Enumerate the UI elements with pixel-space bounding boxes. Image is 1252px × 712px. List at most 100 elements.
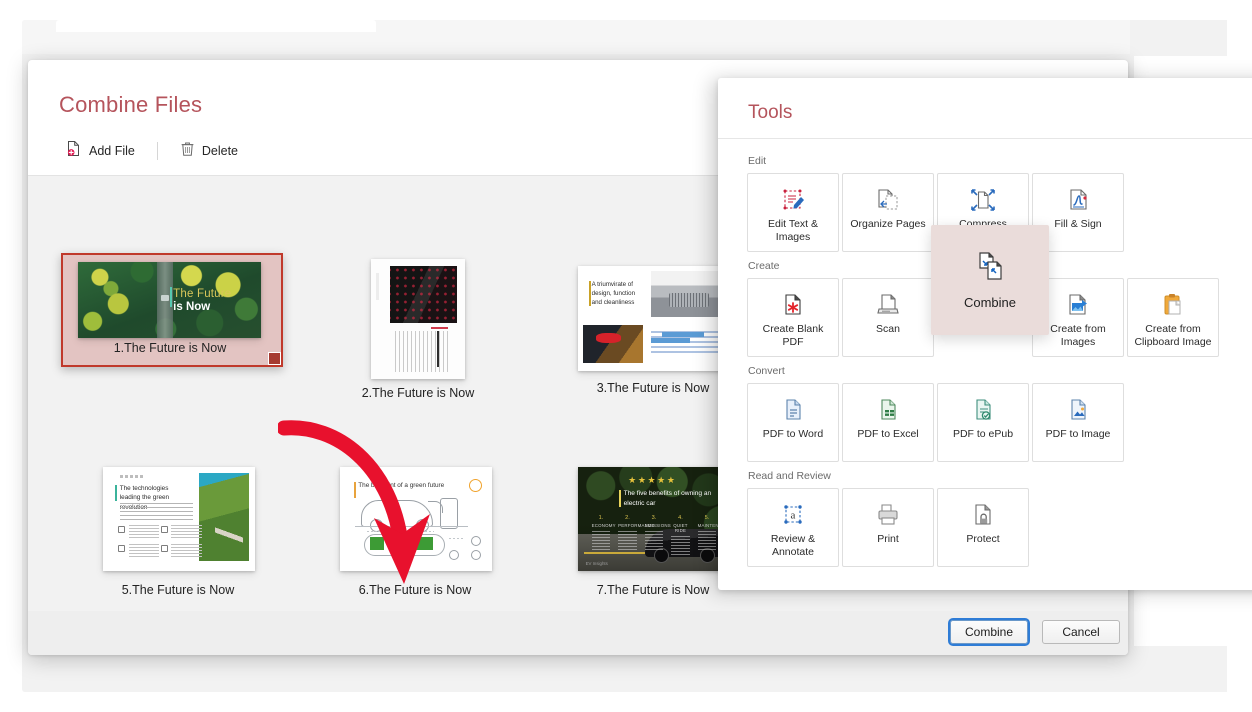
file-card-1[interactable]: The Future is Now 1.The Future is Now [61,253,283,367]
delete-label: Delete [201,144,238,158]
tool-review-annotate[interactable]: a Review & Annotate [747,488,839,567]
thumb-highlight-2 [650,338,691,344]
document-add-icon [66,140,82,162]
benefit-column: 1. ECONOMY [591,515,616,551]
thumb-dimension-line [400,531,435,533]
combine-button[interactable]: Combine [948,618,1030,646]
add-file-label: Add File [89,144,135,158]
resize-handle[interactable] [268,352,281,365]
thumb-dimension-line [449,537,465,539]
thumb-taillight [596,333,621,343]
tool-pdf-to-image[interactable]: PDF to Image [1032,383,1124,462]
thumb-feature-text [171,525,202,540]
thumb-accent-bar [115,484,118,502]
background-window-tab [56,20,376,32]
file-thumbnail-7: ★★★★★ The five benefits of owning an ele… [578,467,730,571]
tool-label: Organize Pages [850,218,926,230]
thumb-feature-text [128,525,160,540]
thumb-benefit-columns: 1. ECONOMY 2. PERFORMANCE 3. EMISSIONS 4… [591,515,730,556]
delete-button[interactable]: Delete [172,139,246,164]
tool-label: Review & Annotate [770,533,816,559]
tool-label: Edit Text & Images [768,218,818,244]
thumb-spec-icon [449,550,460,561]
pdf-to-epub-icon [970,395,996,425]
file-card-3[interactable]: A triumvirate of design, function and cl… [573,259,733,395]
thumb-dimension-line [367,531,392,533]
file-thumbnail-5: The technologies leading the green revol… [103,467,255,571]
file-card-label: 6.The Future is Now [358,583,472,597]
file-card-2[interactable]: 2.The Future is Now [343,259,493,400]
thumb-headline-rule [436,331,439,367]
tool-create-blank-pdf[interactable]: Create Blank PDF [747,278,839,357]
file-card-7[interactable]: ★★★★★ The five benefits of owning an ele… [573,461,733,597]
file-card-label: 1.The Future is Now [113,341,227,355]
file-card-5[interactable]: The technologies leading the green revol… [98,461,258,597]
tool-protect[interactable]: Protect [937,488,1029,567]
thumb-accent-bar [588,280,591,306]
tool-pdf-to-epub[interactable]: PDF to ePub [937,383,1029,462]
tool-print[interactable]: Print [842,488,934,567]
file-thumbnail-3: A triumvirate of design, function and cl… [578,266,730,371]
file-card-label: 2.The Future is Now [361,386,475,400]
thumb-headline: A triumvirate of design, function and cl… [591,280,636,306]
file-card-6[interactable]: The blueprint of a green future 6.The Fu… [335,461,495,597]
thumb-battery-cell [390,536,433,551]
section-label-create: Create [748,260,780,272]
tool-label: PDF to Image [1045,428,1111,440]
thumb-sun-icon [469,479,483,493]
file-thumbnail-2 [371,259,465,379]
tool-label: Scan [876,323,900,335]
printer-icon [875,500,901,530]
combine-icon [973,250,1007,289]
tool-pdf-to-word[interactable]: PDF to Word [747,383,839,462]
thumb-feature-icon [118,545,126,552]
organize-pages-icon [875,185,901,215]
create-from-images-icon [1065,290,1091,320]
thumb-photo-overlay [389,266,458,323]
tool-label: PDF to Word [762,428,824,440]
pdf-to-image-icon [1065,395,1091,425]
thumb-ribbon [375,273,379,300]
tool-label: Combine [963,295,1017,310]
thumb-headline: The blueprint of a green future [358,481,445,489]
thumb-logo [119,475,145,479]
thumb-accent-bar [619,489,622,507]
cancel-button[interactable]: Cancel [1042,620,1120,644]
tool-label: PDF to ePub [952,428,1014,440]
file-card-label: 3.The Future is Now [596,381,710,395]
section-label-read-and-review: Read and Review [748,470,831,482]
thumb-charger [440,498,458,530]
thumb-body-text [119,503,193,523]
thumb-car [161,295,169,301]
tool-scan[interactable]: Scan [842,278,934,357]
benefit-column: 3. EMISSIONS [644,515,671,551]
page-title: Combine Files [59,92,203,117]
tool-edit-text-images[interactable]: Edit Text & Images [747,173,839,252]
benefit-column: 4. QUIET RIDE [671,515,690,556]
thumb-road [215,514,243,557]
thumb-spec-icon [470,550,481,561]
create-blank-pdf-icon [780,290,806,320]
thumb-star-rating: ★★★★★ [628,475,677,486]
review-annotate-icon: a [780,500,806,530]
scanner-icon [875,290,901,320]
thumb-rule [431,327,449,330]
edit-text-images-icon [780,185,806,215]
section-label-edit: Edit [748,155,767,167]
thumb-battery-cell [370,536,385,551]
tool-combine[interactable]: Combine [931,225,1049,335]
compress-icon [970,185,996,215]
svg-text:a: a [791,510,796,522]
section-label-convert: Convert [748,365,785,377]
thumb-grille [669,293,709,307]
tools-panel: Tools Edit Edit Text & Images Organize P… [718,78,1252,590]
thumb-accent-bar [169,287,172,307]
add-file-button[interactable]: Add File [58,138,143,164]
tool-pdf-to-excel[interactable]: PDF to Excel [842,383,934,462]
thumb-watermark: EV Insights [585,560,608,566]
tool-create-from-clipboard-image[interactable]: Create from Clipboard Image [1127,278,1219,357]
thumb-body-text [394,331,450,372]
thumb-feature-text [128,543,160,559]
tool-label: Create from Clipboard Image [1134,323,1212,349]
tool-organize-pages[interactable]: Organize Pages [842,173,934,252]
